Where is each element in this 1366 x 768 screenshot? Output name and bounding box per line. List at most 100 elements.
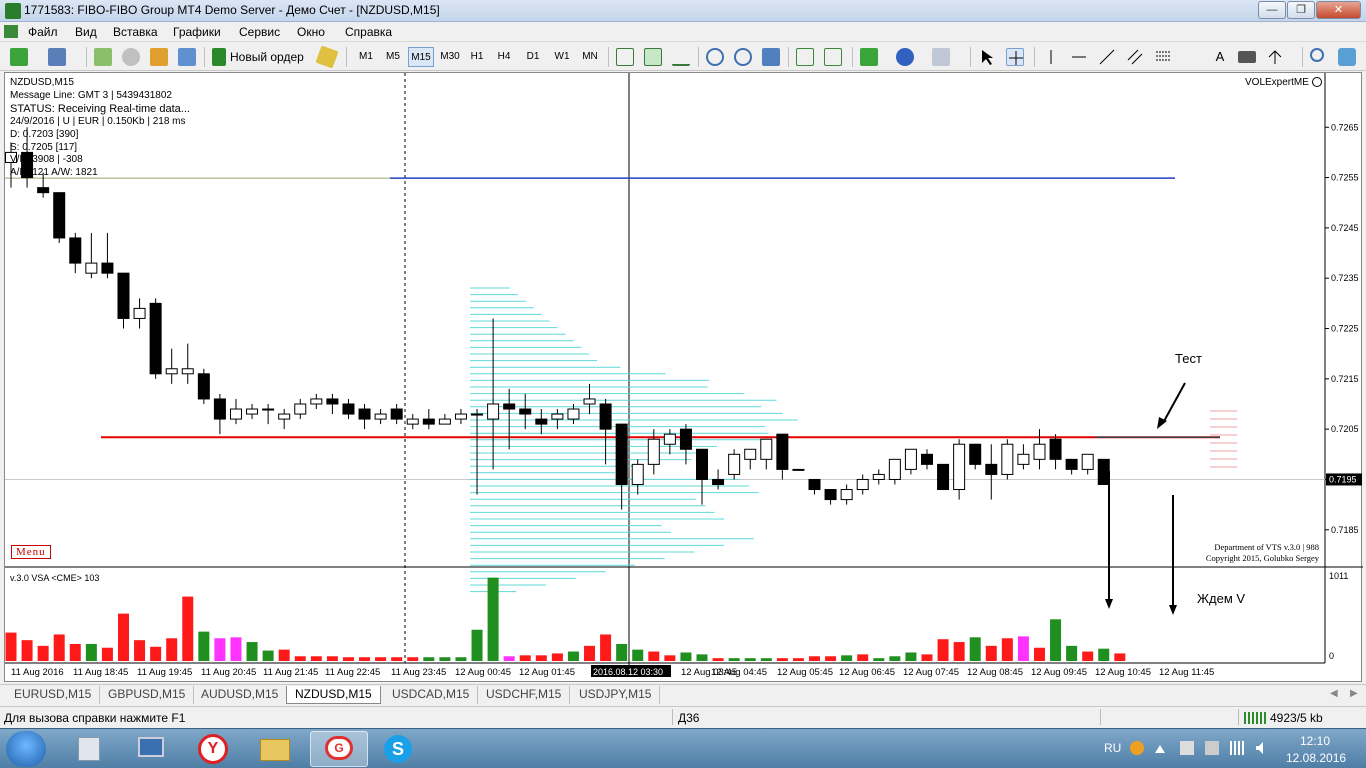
fibonacci-icon[interactable] (1154, 48, 1172, 66)
terminal-icon[interactable] (150, 48, 168, 66)
navigator-icon[interactable] (122, 48, 140, 66)
explorer-icon[interactable] (248, 731, 304, 767)
menu-insert[interactable]: Вставка (113, 25, 158, 39)
menu-charts[interactable]: Графики (173, 25, 221, 39)
new-chart-icon[interactable] (10, 48, 28, 66)
minimize-button[interactable]: — (1258, 1, 1286, 19)
profiles-icon[interactable] (48, 48, 66, 66)
chart-info-panel: NZDUSD,M15 Message Line: GMT 3 | 5439431… (10, 77, 190, 180)
volume-bar (584, 645, 596, 661)
tester-icon[interactable] (178, 48, 196, 66)
volume-icon[interactable] (1255, 741, 1269, 755)
tf-m15[interactable]: M15 (408, 47, 434, 67)
fibo-icon[interactable]: G (310, 731, 368, 767)
menu-window[interactable]: Окно (297, 25, 325, 39)
tab-nzdusd[interactable]: NZDUSD,M15 (286, 686, 381, 704)
tab-usdcad[interactable]: USDCAD,M15 (384, 686, 479, 704)
candle-body (181, 368, 194, 375)
device-icon[interactable] (1205, 741, 1219, 755)
vertical-line-icon[interactable] (1042, 48, 1060, 66)
arrows-icon[interactable] (1266, 48, 1284, 66)
tab-usdchf[interactable]: USDCHF,M15 (478, 686, 571, 704)
tab-scroll-left-icon[interactable]: ◀ (1330, 688, 1338, 699)
show-hidden-icons-icon[interactable] (1155, 743, 1165, 753)
network-icon[interactable] (1230, 741, 1244, 755)
text-tool[interactable]: A (1212, 47, 1228, 67)
tray-app-icon[interactable] (1130, 741, 1144, 755)
time-label: 12 Aug 10:45 (1095, 667, 1151, 678)
menu-file[interactable]: Файл (28, 25, 58, 39)
flag-icon[interactable] (1180, 741, 1194, 755)
market-watch-icon[interactable] (94, 48, 112, 66)
close-button[interactable]: ✕ (1316, 1, 1361, 19)
tab-gbpusd[interactable]: GBPUSD,M15 (100, 686, 195, 704)
crosshair-icon[interactable] (1006, 48, 1024, 66)
candle-body (503, 403, 516, 410)
computer-icon[interactable] (124, 731, 180, 767)
menu-help[interactable]: Справка (345, 25, 392, 39)
volume-bar (825, 656, 837, 661)
time-label: 12 Aug 00:45 (455, 667, 511, 678)
periods-icon[interactable] (896, 48, 914, 66)
volume-bar (407, 657, 419, 661)
clock-time[interactable]: 12:10 (1300, 734, 1330, 748)
language-indicator[interactable]: RU (1104, 741, 1121, 755)
document-icon[interactable] (4, 25, 18, 38)
autotrading-icon[interactable] (315, 45, 339, 69)
autoscroll-icon[interactable] (824, 48, 842, 66)
tf-m1[interactable]: M1 (354, 47, 378, 67)
zoom-out-icon[interactable] (734, 48, 752, 66)
menu-bar: Файл Вид Вставка Графики Сервис Окно Спр… (0, 22, 1366, 42)
chart-window[interactable]: 0.7265 0.7255 0.7245 0.7235 0.7225 0.7215 0.72… (4, 72, 1363, 683)
tf-m5[interactable]: M5 (381, 47, 405, 67)
yandex-icon[interactable]: Y (186, 731, 242, 767)
equidistant-channel-icon[interactable] (1126, 48, 1144, 66)
templates-icon[interactable] (932, 48, 950, 66)
price-chart[interactable]: 0.7265 0.7255 0.7245 0.7235 0.7225 0.7215 0.72… (5, 73, 1363, 683)
tile-windows-icon[interactable] (762, 48, 780, 66)
clock-date[interactable]: 12.08.2016 (1286, 751, 1346, 765)
tf-m30[interactable]: M30 (437, 47, 463, 67)
trendline-icon[interactable] (1098, 48, 1116, 66)
tf-h1[interactable]: H1 (466, 47, 488, 67)
start-button[interactable] (6, 731, 46, 767)
tf-h4[interactable]: H4 (493, 47, 515, 67)
bar-chart-icon[interactable] (616, 48, 634, 66)
candle-body (390, 408, 403, 420)
volume-bar (728, 658, 740, 661)
time-label: 11 Aug 22:45 (325, 667, 380, 678)
tab-usdjpy[interactable]: USDJPY,M15 (571, 686, 661, 704)
time-label: 11 Aug 19:45 (137, 667, 192, 678)
menu-button[interactable]: Menu (11, 545, 51, 559)
line-chart-icon[interactable] (672, 48, 690, 66)
menu-view[interactable]: Вид (75, 25, 97, 39)
restore-button[interactable]: ❐ (1287, 1, 1315, 19)
menu-tools[interactable]: Сервис (239, 25, 280, 39)
tf-w1[interactable]: W1 (550, 47, 574, 67)
volume-bar (214, 638, 226, 661)
tf-mn[interactable]: MN (578, 47, 602, 67)
price-tick-label: 0.7185 (1331, 525, 1359, 535)
chart-shift-icon[interactable] (796, 48, 814, 66)
calculator-icon[interactable] (62, 731, 118, 767)
chat-icon[interactable] (1338, 48, 1356, 66)
new-order-button[interactable]: Новый ордер (230, 47, 304, 67)
text-label-icon[interactable] (1238, 51, 1256, 63)
tab-scroll-right-icon[interactable]: ▶ (1350, 688, 1358, 699)
candle-body (840, 489, 853, 501)
cursor-icon[interactable] (978, 48, 996, 66)
skype-icon[interactable]: S (372, 731, 428, 767)
zoom-in-icon[interactable] (706, 48, 724, 66)
tab-eurusd[interactable]: EURUSD,M15 (6, 686, 101, 704)
indicators-icon[interactable] (860, 48, 878, 66)
tab-audusd[interactable]: AUDUSD,M15 (193, 686, 288, 704)
tf-d1[interactable]: D1 (522, 47, 544, 67)
horizontal-line-icon[interactable] (1070, 48, 1088, 66)
candlestick-icon[interactable] (644, 48, 662, 66)
search-icon[interactable] (1310, 48, 1324, 62)
candle-body (615, 423, 628, 485)
price-tick-label: 0.7215 (1331, 374, 1359, 384)
volume-bar (1066, 645, 1078, 661)
candle-body (599, 403, 612, 430)
price-tick-label: 0.7265 (1331, 122, 1359, 132)
